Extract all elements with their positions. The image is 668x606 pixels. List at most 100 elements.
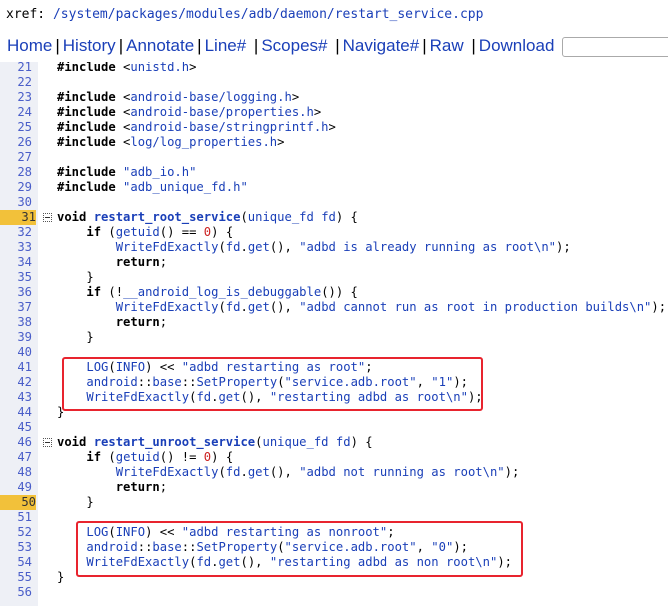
line-number-link[interactable]: 35	[0, 270, 32, 285]
code-line: 31 void restart_root_service(unique_fd fd…	[0, 210, 668, 225]
xref-prefix: xref:	[6, 7, 53, 22]
source-code-view: 21 #include <unistd.h> 22 23 #include <andro…	[0, 62, 668, 606]
annotation-box-root	[62, 357, 483, 411]
line-number-link[interactable]: 52	[0, 525, 32, 540]
code-line: 24 #include <android-base/properties.h>	[0, 105, 668, 120]
code-text: #include <android-base/stringprintf.h>	[57, 120, 336, 134]
line-number-link[interactable]: 45	[0, 420, 32, 435]
xref-breadcrumb: xref: /system/packages/modules/adb/daemo…	[0, 0, 668, 30]
line-number-link[interactable]: 29	[0, 180, 32, 195]
annotate-link[interactable]: Annotate	[126, 36, 194, 55]
line-number-link[interactable]: 50	[0, 495, 36, 510]
line-number-link[interactable]: 47	[0, 450, 32, 465]
code-line: 25 #include <android-base/stringprintf.h>	[0, 120, 668, 135]
file-path-link[interactable]: /system/packages/modules/adb/daemon/rest…	[53, 7, 483, 22]
code-text: return;	[115, 255, 168, 269]
line-number-link[interactable]: 41	[0, 360, 32, 375]
code-text: #include <android-base/logging.h>	[57, 90, 300, 104]
line-number-link[interactable]: 54	[0, 555, 32, 570]
code-line: 35 }	[0, 270, 668, 285]
code-line: 32 if (getuid() == 0) {	[0, 225, 668, 240]
code-line: 50 }	[0, 495, 668, 510]
line-number-link[interactable]: 22	[0, 75, 32, 90]
line-number-link[interactable]: 40	[0, 345, 32, 360]
search-input[interactable]	[562, 37, 668, 57]
line-number-link[interactable]: 43	[0, 390, 32, 405]
line-number-link[interactable]: 34	[0, 255, 32, 270]
line-number-link[interactable]: 55	[0, 570, 32, 585]
line-number-link[interactable]: 28	[0, 165, 32, 180]
code-text: }	[57, 570, 65, 584]
line-number-link[interactable]: 48	[0, 465, 32, 480]
separator: |	[422, 36, 427, 55]
fold-toggle-icon[interactable]	[43, 213, 52, 222]
home-link[interactable]: Home	[0, 36, 52, 55]
line-number-link[interactable]: 23	[0, 90, 32, 105]
code-text: #include "adb_unique_fd.h"	[57, 180, 248, 194]
line-number-link[interactable]: 31	[0, 210, 36, 225]
line-number-link[interactable]: 44	[0, 405, 32, 420]
line-number-link[interactable]: 42	[0, 375, 32, 390]
line-number-link[interactable]: 32	[0, 225, 32, 240]
separator: |	[55, 36, 60, 55]
code-line: 34 return;	[0, 255, 668, 270]
fold-toggle-icon[interactable]	[43, 438, 52, 447]
code-line: 26 #include <log/log_properties.h>	[0, 135, 668, 150]
line-number-link[interactable]: 24	[0, 105, 32, 120]
line-number-link[interactable]: 25	[0, 120, 32, 135]
code-text: }	[57, 330, 94, 344]
code-line: 23 #include <android-base/logging.h>	[0, 90, 668, 105]
code-line: 56	[0, 585, 668, 600]
line-number-link[interactable]: 46	[0, 435, 32, 450]
history-link[interactable]: History	[63, 36, 116, 55]
code-text: #include <unistd.h>	[57, 62, 197, 74]
line-number-link[interactable]: 56	[0, 585, 32, 600]
code-text: #include "adb_io.h"	[57, 165, 197, 179]
code-text: if (!__android_log_is_debuggable()) {	[86, 285, 358, 299]
code-line: 37 WriteFdExactly(fd.get(), "adbd cannot…	[0, 300, 668, 315]
separator: |	[197, 36, 202, 55]
code-text: }	[57, 270, 94, 284]
separator: |	[466, 36, 476, 55]
navigate-toggle-link[interactable]: Navigate#	[343, 36, 420, 55]
code-line: 47 if (getuid() != 0) {	[0, 450, 668, 465]
line-number-link[interactable]: 53	[0, 540, 32, 555]
line-number-link[interactable]: 49	[0, 480, 32, 495]
line-number-link[interactable]: 30	[0, 195, 32, 210]
code-line: 46 void restart_unroot_service(unique_fd …	[0, 435, 668, 450]
line-number-link[interactable]: 21	[0, 62, 32, 75]
line-number-link[interactable]: 27	[0, 150, 32, 165]
line-number-link[interactable]: 38	[0, 315, 32, 330]
code-line: 29 #include "adb_unique_fd.h"	[0, 180, 668, 195]
line-number-link[interactable]: 26	[0, 135, 32, 150]
line-toggle-link[interactable]: Line#	[205, 36, 247, 55]
code-text: #include <log/log_properties.h>	[57, 135, 285, 149]
code-text: return;	[115, 480, 168, 494]
separator: |	[249, 36, 259, 55]
line-number-link[interactable]: 37	[0, 300, 32, 315]
code-line: 33 WriteFdExactly(fd.get(), "adbd is alr…	[0, 240, 668, 255]
code-text: void restart_root_service(unique_fd fd) …	[57, 210, 358, 224]
raw-link[interactable]: Raw	[430, 36, 464, 55]
code-text: WriteFdExactly(fd.get(), "adbd cannot ru…	[115, 300, 667, 314]
separator: |	[118, 36, 124, 55]
code-text: if (getuid() == 0) {	[86, 225, 234, 239]
code-text: if (getuid() != 0) {	[86, 450, 234, 464]
code-line: 30	[0, 195, 668, 210]
code-text: return;	[115, 315, 168, 329]
line-number-link[interactable]: 33	[0, 240, 32, 255]
code-line: 45	[0, 420, 668, 435]
code-text: }	[57, 495, 94, 509]
code-line: 49 return;	[0, 480, 668, 495]
code-text: WriteFdExactly(fd.get(), "adbd not runni…	[115, 465, 520, 479]
toolbar: Home | History | Annotate | Line# | Scopes# | Na…	[0, 32, 668, 60]
code-line: 38 return;	[0, 315, 668, 330]
code-line: 28 #include "adb_io.h"	[0, 165, 668, 180]
download-link[interactable]: Download	[479, 36, 555, 55]
code-line: 27	[0, 150, 668, 165]
code-line: 22	[0, 75, 668, 90]
line-number-link[interactable]: 39	[0, 330, 32, 345]
scopes-toggle-link[interactable]: Scopes#	[261, 36, 327, 55]
line-number-link[interactable]: 36	[0, 285, 32, 300]
line-number-link[interactable]: 51	[0, 510, 32, 525]
